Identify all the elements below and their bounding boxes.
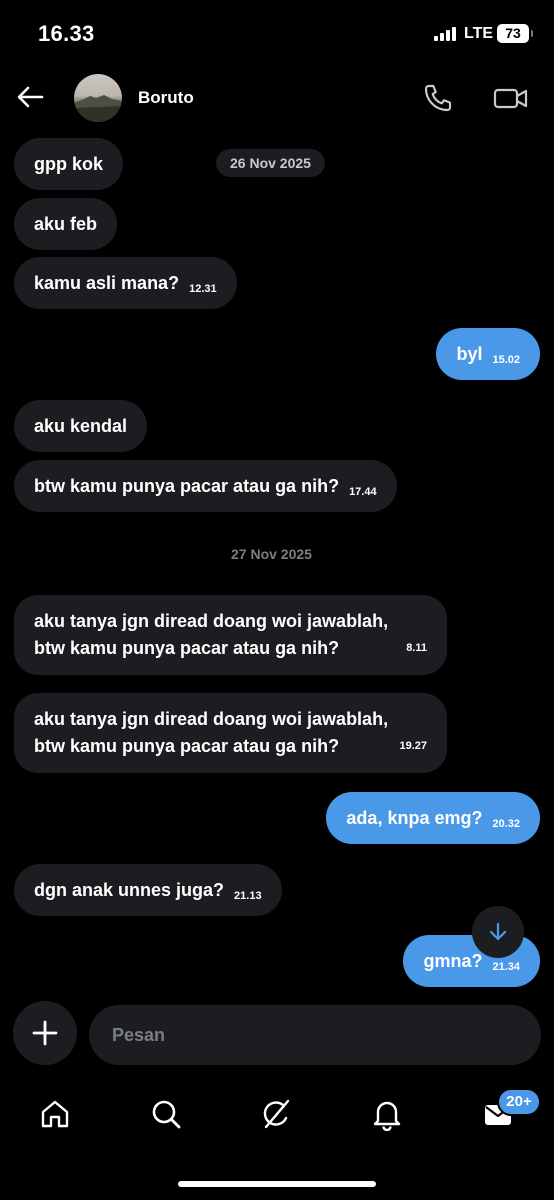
- message-sent[interactable]: byl 15.02: [436, 328, 540, 380]
- message-received[interactable]: gpp kok: [14, 138, 124, 190]
- arrow-down-icon: [489, 922, 507, 941]
- message-received[interactable]: aku tanya jgn diread doang woi jawablah,…: [14, 595, 447, 675]
- message-time: 8.11: [406, 642, 427, 654]
- date-separator: 27 Nov 2025: [231, 546, 312, 562]
- back-button[interactable]: [14, 81, 46, 113]
- message-line: btw kamu punya pacar atau ga nih?: [34, 638, 340, 658]
- message-text: kamu asli mana?: [34, 272, 180, 293]
- message-time: 21.34: [492, 961, 520, 973]
- message-text: gpp kok: [34, 153, 104, 174]
- compose-bar: [0, 1000, 554, 1070]
- message-text: gmna?: [423, 950, 483, 971]
- contact-name[interactable]: Boruto: [138, 88, 194, 108]
- message-text: dgn anak unnes juga?: [34, 879, 225, 900]
- message-text: ada, knpa emg?: [346, 807, 483, 828]
- message-time: 21.13: [234, 890, 262, 902]
- message-time: 19.27: [399, 740, 427, 752]
- status-bar: 16.33 LTE 73: [0, 0, 554, 66]
- phone-icon: [424, 84, 452, 112]
- tab-home[interactable]: [35, 1094, 75, 1134]
- conversation-header: Boruto: [0, 66, 554, 130]
- voice-call-button[interactable]: [422, 82, 454, 114]
- message-received[interactable]: dgn anak unnes juga? 21.13: [14, 864, 282, 916]
- tab-grok[interactable]: [256, 1094, 296, 1134]
- message-line: aku tanya jgn diread doang woi jawablah,: [34, 709, 389, 729]
- video-camera-icon: [493, 88, 528, 109]
- signal-icon: [434, 27, 456, 41]
- network-type: LTE: [464, 25, 494, 42]
- video-call-button[interactable]: [492, 82, 530, 114]
- message-text: byl: [456, 343, 483, 364]
- avatar[interactable]: [74, 74, 122, 122]
- search-icon: [152, 1100, 181, 1129]
- message-text: btw kamu punya pacar atau ga nih?: [34, 475, 340, 496]
- message-text: aku kendal: [34, 415, 128, 436]
- message-sent[interactable]: ada, knpa emg? 20.32: [326, 792, 540, 844]
- message-text: aku feb: [34, 213, 98, 234]
- message-received[interactable]: aku tanya jgn diread doang woi jawablah,…: [14, 693, 447, 773]
- message-time: 17.44: [349, 486, 377, 498]
- date-separator: 26 Nov 2025: [216, 149, 325, 177]
- home-icon: [41, 1100, 69, 1128]
- message-received[interactable]: kamu asli mana? 12.31: [14, 257, 237, 309]
- message-time: 12.31: [189, 283, 217, 295]
- message-line: btw kamu punya pacar atau ga nih?: [34, 736, 340, 756]
- message-time: 15.02: [492, 354, 520, 366]
- grok-icon: [263, 1099, 290, 1129]
- message-received[interactable]: aku kendal: [14, 400, 148, 452]
- message-received[interactable]: aku feb: [14, 198, 118, 250]
- message-text: aku tanya jgn diread doang woi jawablah,…: [34, 608, 388, 662]
- bell-icon: [373, 1101, 401, 1131]
- plus-icon: [32, 1020, 58, 1046]
- status-time: 16.33: [38, 21, 95, 46]
- home-indicator[interactable]: [178, 1181, 376, 1187]
- message-received[interactable]: btw kamu punya pacar atau ga nih? 17.44: [14, 460, 397, 512]
- add-attachment-button[interactable]: [13, 1001, 77, 1065]
- messages-badge: 20+: [497, 1088, 541, 1116]
- bottom-tab-bar: [0, 1094, 554, 1134]
- tab-search[interactable]: [146, 1094, 186, 1134]
- message-line: aku tanya jgn diread doang woi jawablah,: [34, 611, 389, 631]
- message-text: aku tanya jgn diread doang woi jawablah,…: [34, 706, 388, 760]
- message-input[interactable]: [89, 1005, 541, 1065]
- tab-notifications[interactable]: [367, 1094, 407, 1134]
- back-arrow-icon: [17, 86, 44, 108]
- avatar-landscape-image: [74, 95, 122, 122]
- message-time: 20.32: [492, 818, 520, 830]
- scroll-to-bottom-button[interactable]: [472, 906, 524, 958]
- battery-indicator: 73: [497, 24, 533, 43]
